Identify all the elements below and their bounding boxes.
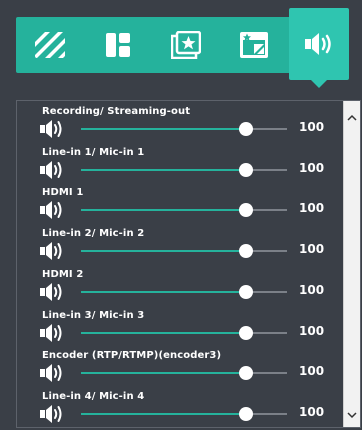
channel-row: HDMI 1 100 <box>17 186 342 226</box>
tab-overlay-window[interactable] <box>226 17 282 73</box>
volume-slider-handle[interactable] <box>238 284 253 299</box>
volume-slider-fill <box>81 209 246 212</box>
volume-slider-handle[interactable] <box>238 244 253 259</box>
volume-slider-handle[interactable] <box>238 406 253 421</box>
volume-slider-fill <box>81 250 246 253</box>
channel-row: Recording/ Streaming-out 100 <box>17 105 342 145</box>
volume-value: 100 <box>299 120 325 134</box>
channel-row: Line-in 1/ Mic-in 1 100 <box>17 146 342 186</box>
speaker-icon[interactable] <box>39 404 65 424</box>
star-window-icon <box>239 31 269 59</box>
channel-label: Encoder (RTP/RTMP)(encoder3) <box>42 350 222 362</box>
chevron-up-icon <box>347 106 357 125</box>
diagonal-stripes-icon <box>35 32 65 58</box>
tab-audio[interactable] <box>289 8 349 88</box>
volume-slider-handle[interactable] <box>238 325 253 340</box>
star-overlay-icon <box>171 31 201 59</box>
volume-slider-fill <box>81 290 246 293</box>
audio-tab-bar <box>16 8 349 88</box>
volume-slider[interactable] <box>81 122 287 136</box>
audio-mixer-panel: Recording/ Streaming-out 100 Line-in 1/ Mi… <box>16 100 361 428</box>
speaker-icon[interactable] <box>39 200 65 220</box>
channel-row: HDMI 2 100 <box>17 268 342 308</box>
volume-slider-handle[interactable] <box>238 162 253 177</box>
volume-slider[interactable] <box>81 406 287 421</box>
volume-slider[interactable] <box>81 203 287 218</box>
volume-value: 100 <box>299 160 325 175</box>
volume-value: 100 <box>299 242 325 257</box>
volume-slider-handle[interactable] <box>238 366 253 381</box>
channel-label: Line-in 2/ Mic-in 2 <box>42 228 145 240</box>
volume-value: 100 <box>299 282 325 297</box>
volume-slider[interactable] <box>81 366 287 381</box>
volume-slider[interactable] <box>81 162 287 177</box>
channel-row: Encoder (RTP/RTMP)(encoder3) 100 <box>17 349 342 389</box>
volume-slider-fill <box>81 372 246 375</box>
tab-overlay-pattern[interactable] <box>22 17 78 73</box>
scroll-down-button[interactable] <box>344 405 360 421</box>
channel-row: Line-in 3/ Mic-in 3 100 <box>17 309 342 349</box>
channel-row: Line-in 2/ Mic-in 2 100 <box>17 227 342 267</box>
layout-grid-icon <box>105 32 131 58</box>
scroll-up-button[interactable] <box>344 107 360 123</box>
channel-row: Line-in 4/ Mic-in 4 100 <box>17 390 342 427</box>
speaker-icon[interactable] <box>39 363 65 383</box>
tab-layout[interactable] <box>90 17 146 73</box>
volume-slider-fill <box>81 331 246 334</box>
volume-slider[interactable] <box>81 284 287 299</box>
volume-value: 100 <box>299 404 325 419</box>
channel-label: HDMI 2 <box>42 268 84 280</box>
speaker-icon[interactable] <box>39 323 65 343</box>
volume-value: 100 <box>299 364 325 379</box>
tab-overlay-image[interactable] <box>158 17 214 73</box>
active-tab-pointer <box>310 79 328 88</box>
speaker-icon[interactable] <box>39 282 65 302</box>
speaker-icon[interactable] <box>39 119 65 139</box>
volume-slider[interactable] <box>81 244 287 259</box>
chevron-down-icon <box>347 404 357 423</box>
volume-slider-handle[interactable] <box>238 203 253 218</box>
volume-value: 100 <box>299 201 325 216</box>
volume-value: 100 <box>299 323 325 338</box>
channel-label: Recording/ Streaming-out <box>42 106 191 117</box>
speaker-icon[interactable] <box>39 241 65 261</box>
speaker-icon <box>304 32 334 56</box>
channel-label: Line-in 3/ Mic-in 3 <box>42 309 145 321</box>
volume-slider[interactable] <box>81 325 287 340</box>
channel-label: HDMI 1 <box>42 187 84 199</box>
volume-slider-handle[interactable] <box>238 122 253 136</box>
volume-slider-fill <box>81 412 246 415</box>
volume-slider-fill <box>81 168 246 171</box>
scrollbar[interactable] <box>343 101 360 427</box>
channel-label: Line-in 4/ Mic-in 4 <box>42 390 145 402</box>
volume-slider-fill <box>81 128 246 130</box>
channel-list: Recording/ Streaming-out 100 Line-in 1/ Mi… <box>17 101 342 427</box>
channel-label: Line-in 1/ Mic-in 1 <box>42 146 145 158</box>
speaker-icon[interactable] <box>39 160 65 180</box>
